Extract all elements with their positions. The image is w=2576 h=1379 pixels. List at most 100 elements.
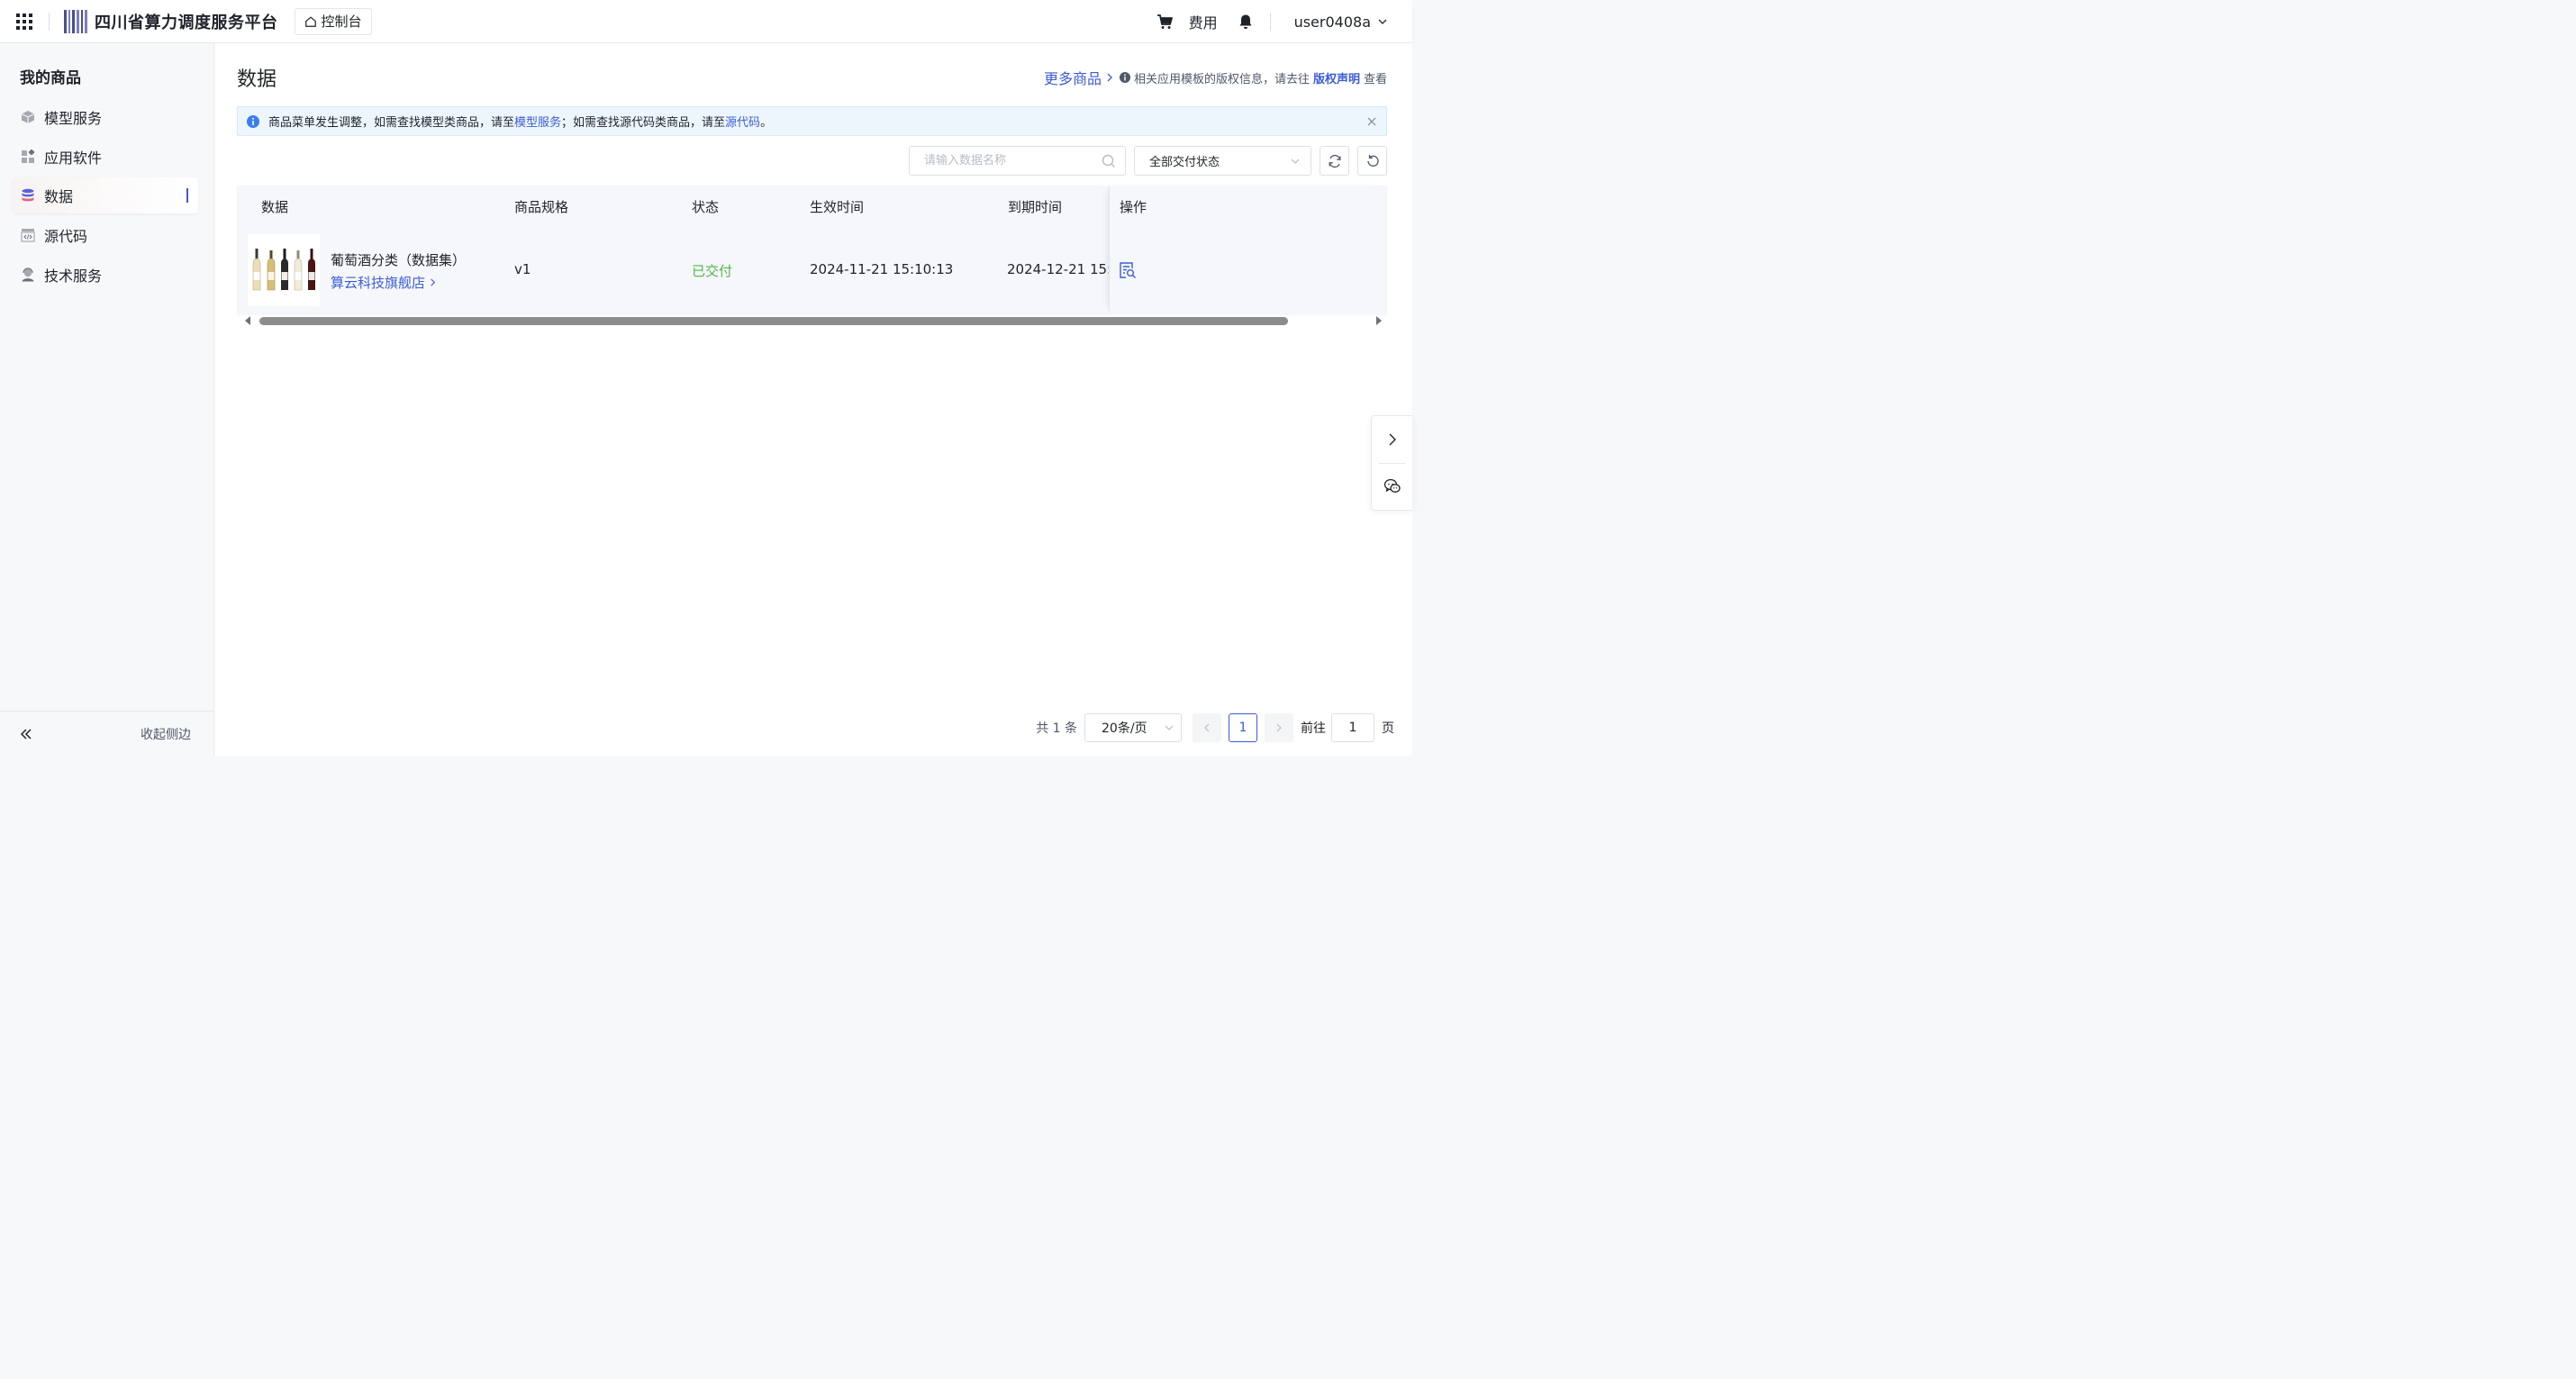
chevron-down-icon <box>1378 19 1387 24</box>
actions-column: 操作 <box>1109 186 1387 312</box>
refresh-button[interactable] <box>1320 146 1349 176</box>
sidebar-item-source-code[interactable]: 源代码 <box>13 217 198 253</box>
home-icon <box>304 16 316 27</box>
scroll-left-icon[interactable] <box>244 316 251 325</box>
info-icon <box>1119 72 1130 83</box>
view-details-icon[interactable] <box>1119 261 1137 279</box>
sidebar-item-model-service[interactable]: 模型服务 <box>13 99 198 135</box>
prev-page-button[interactable] <box>1193 713 1221 742</box>
sidebar-item-label: 源代码 <box>44 228 88 245</box>
column-header-spec: 商品规格 <box>514 199 569 215</box>
chevron-right-icon <box>431 278 436 286</box>
divider <box>49 12 50 31</box>
sidebar-item-label: 数据 <box>44 188 74 205</box>
horizontal-scrollbar[interactable] <box>244 316 1383 325</box>
product-spec: v1 <box>514 261 531 277</box>
platform-logo[interactable]: 四川省算力调度服务平台 <box>64 9 278 33</box>
store-name: 算云科技旗舰店 <box>331 275 426 291</box>
chevron-down-icon <box>1165 725 1174 730</box>
start-time: 2024-11-21 15:10:13 <box>810 261 954 277</box>
logo-icon <box>64 9 88 33</box>
notice-source-code-link[interactable]: 源代码 <box>725 113 760 130</box>
column-header-end-time: 到期时间 <box>1008 199 1063 215</box>
console-button[interactable]: 控制台 <box>294 7 372 35</box>
page-size-value: 20条/页 <box>1102 721 1147 736</box>
floating-side-panel <box>1371 415 1412 511</box>
main-content: 数据 更多商品 相关应用模板的版权信息，请去往 版权声明 查看 商品菜单发生调整… <box>215 43 1412 756</box>
cart-icon[interactable] <box>1156 14 1173 30</box>
goto-label: 前往 <box>1301 721 1326 736</box>
next-page-button[interactable] <box>1265 713 1293 742</box>
collapse-sidebar-label: 收起侧边 <box>141 727 191 742</box>
chevron-right-icon <box>1276 723 1282 732</box>
platform-title: 四川省算力调度服务平台 <box>95 13 278 32</box>
wine-bottles-image <box>248 234 320 306</box>
product-thumbnail[interactable] <box>248 234 320 306</box>
search-field <box>909 146 1126 176</box>
notice-model-service-link[interactable]: 模型服务 <box>514 113 561 130</box>
store-link[interactable]: 算云科技旗舰店 <box>331 273 437 292</box>
notice-text-1: 商品菜单发生调整，如需查找模型类商品，请至 <box>268 116 515 130</box>
sidebar-item-label: 模型服务 <box>44 110 103 127</box>
grid-icon <box>16 13 32 30</box>
column-header-start-time: 生效时间 <box>810 199 865 215</box>
sidebar-item-label: 应用软件 <box>44 150 103 167</box>
copyright-suffix: 查看 <box>1363 72 1387 86</box>
end-time: 2024-12-21 15:10:13 <box>1007 261 1109 277</box>
status-badge: 已交付 <box>692 263 733 279</box>
refresh-icon <box>1329 154 1340 168</box>
notice-text-2: ；如需查找源代码类商品，请至 <box>561 116 726 130</box>
sidebar-title: 我的商品 <box>20 69 81 87</box>
sidebar-item-data[interactable]: 数据 <box>13 177 198 213</box>
column-header-actions: 操作 <box>1120 199 1147 215</box>
reset-button[interactable] <box>1357 146 1387 176</box>
fee-link[interactable]: 费用 <box>1189 11 1218 32</box>
page-number-current[interactable]: 1 <box>1229 713 1257 742</box>
chevron-right-icon[interactable] <box>1385 432 1400 447</box>
username: user0408a <box>1293 13 1371 31</box>
column-header-status: 状态 <box>692 199 720 215</box>
column-header-data: 数据 <box>261 199 289 215</box>
info-icon <box>247 114 259 128</box>
total-count: 共 1 条 <box>1036 721 1077 736</box>
app-launcher-button[interactable] <box>0 0 49 43</box>
code-icon <box>21 229 35 242</box>
support-icon <box>22 268 34 282</box>
scroll-right-icon[interactable] <box>1375 316 1383 325</box>
bell-icon[interactable] <box>1238 14 1254 30</box>
close-icon[interactable] <box>1366 116 1377 127</box>
divider <box>1269 13 1271 31</box>
collapse-sidebar-button[interactable]: 收起侧边 <box>0 711 214 756</box>
pagination: 共 1 条 20条/页 1 前往 页 <box>1036 712 1394 743</box>
reset-icon <box>1366 154 1379 167</box>
status-filter-value: 全部交付状态 <box>1149 156 1220 169</box>
copyright-prefix: 相关应用模板的版权信息，请去往 <box>1133 72 1310 86</box>
top-bar: 四川省算力调度服务平台 控制台 费用 user0408a <box>0 0 1412 43</box>
wechat-icon[interactable] <box>1383 477 1401 495</box>
sidebar: 我的商品 模型服务 应用软件 数据 源代码 技术服务 收起侧边 <box>0 43 214 756</box>
more-products-link[interactable]: 更多商品 <box>1044 67 1102 88</box>
chevron-right-icon <box>1107 73 1112 82</box>
goto-page-input[interactable] <box>1331 713 1374 742</box>
cube-icon <box>21 111 35 123</box>
apps-icon <box>22 150 35 163</box>
chevron-left-icon <box>1204 723 1210 732</box>
page-title: 数据 <box>237 68 277 91</box>
double-chevron-left-icon <box>20 728 32 739</box>
divider <box>1379 463 1406 464</box>
search-input[interactable] <box>924 154 1102 168</box>
scrollbar-thumb[interactable] <box>259 317 1288 325</box>
copyright-link[interactable]: 版权声明 <box>1313 69 1360 86</box>
top-right-actions: 费用 user0408a <box>1156 0 1412 43</box>
chevron-down-icon <box>1291 159 1300 164</box>
page-suffix: 页 <box>1382 721 1394 736</box>
database-icon <box>22 188 34 202</box>
search-icon[interactable] <box>1102 154 1116 168</box>
page-size-select[interactable]: 20条/页 <box>1084 713 1182 742</box>
notice-banner: 商品菜单发生调整，如需查找模型类商品，请至 模型服务 ；如需查找源代码类商品，请… <box>237 106 1387 136</box>
sidebar-item-app-software[interactable]: 应用软件 <box>13 139 198 175</box>
status-filter-select[interactable]: 全部交付状态 <box>1134 146 1311 176</box>
sidebar-item-tech-service[interactable]: 技术服务 <box>13 257 198 293</box>
user-menu[interactable]: user0408a <box>1294 14 1387 31</box>
product-name[interactable]: 葡萄酒分类（数据集） <box>331 250 466 269</box>
